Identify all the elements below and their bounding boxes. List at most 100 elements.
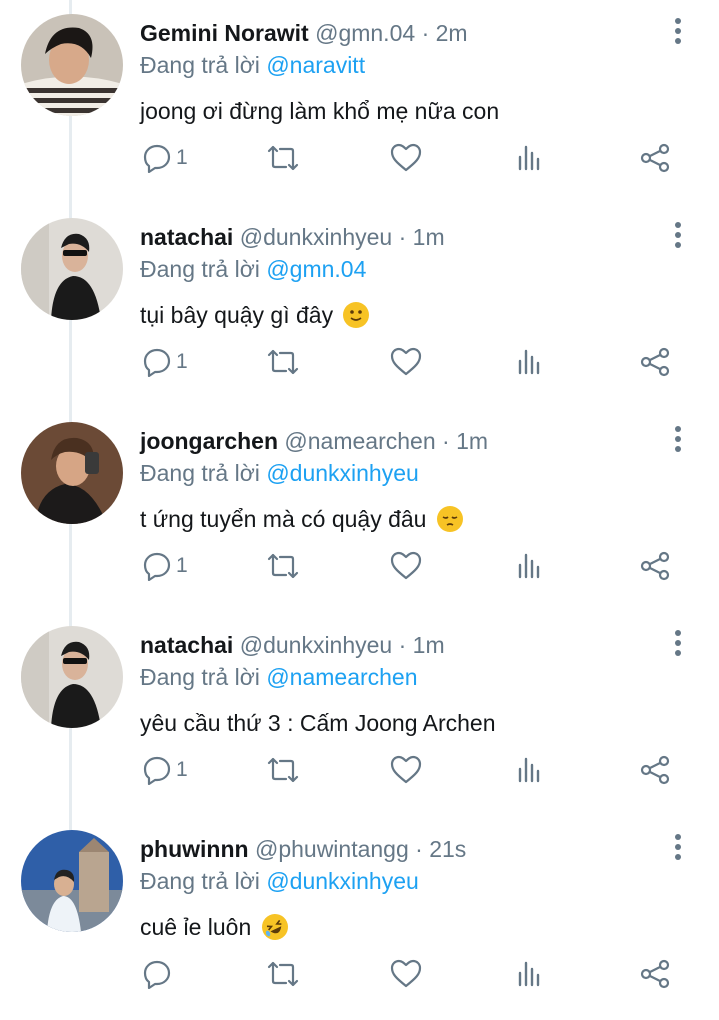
more-vertical-icon[interactable] (670, 630, 686, 660)
user-handle[interactable]: @gmn.04 (315, 20, 415, 46)
replying-to: Đang trả lời @dunkxinhyeu (140, 868, 419, 895)
analytics-button[interactable] (517, 546, 543, 586)
tweet-3[interactable]: natachai @dunkxinhyeu · 1m Đang trả lời … (0, 612, 719, 816)
retweet-button[interactable] (266, 954, 300, 994)
avatar[interactable] (21, 422, 123, 524)
share-icon (640, 347, 670, 377)
more-vertical-icon[interactable] (670, 834, 686, 864)
share-button[interactable] (640, 954, 670, 994)
avatar[interactable] (21, 14, 123, 116)
display-name[interactable]: natachai (140, 632, 233, 658)
reply-button[interactable]: 1 (142, 546, 188, 586)
tweet-body: cuê ỉe luôn (140, 914, 252, 940)
analytics-icon (518, 349, 540, 375)
tweet-1[interactable]: natachai @dunkxinhyeu · 1m Đang trả lời … (0, 204, 719, 408)
like-button[interactable] (390, 750, 422, 790)
tweet-header: joongarchen @namearchen · 1m (140, 428, 489, 454)
avatar[interactable] (21, 830, 123, 932)
avatar[interactable] (21, 626, 123, 728)
like-button[interactable] (390, 138, 422, 178)
tweet-header: Gemini Norawit @gmn.04 · 2m (140, 20, 468, 46)
retweet-button[interactable] (266, 342, 300, 382)
retweet-button[interactable] (266, 750, 300, 790)
retweet-icon (267, 757, 299, 783)
retweet-button[interactable] (266, 546, 300, 586)
retweet-icon (267, 145, 299, 171)
user-handle[interactable]: @dunkxinhyeu (240, 224, 393, 250)
analytics-button[interactable] (517, 954, 543, 994)
analytics-button[interactable] (517, 342, 543, 382)
more-vertical-icon[interactable] (670, 18, 686, 48)
replying-to: Đang trả lời @gmn.04 (140, 256, 366, 283)
reply-bubble-icon (143, 756, 171, 785)
share-icon (640, 959, 670, 989)
more-vertical-icon[interactable] (670, 222, 686, 252)
reply-button[interactable]: 1 (142, 138, 188, 178)
action-bar: 1 (0, 546, 719, 586)
tweet-text: t ứng tuyển mà có quậy đâu (140, 506, 463, 533)
user-handle[interactable]: @phuwintangg (255, 836, 409, 862)
share-button[interactable] (640, 546, 670, 586)
retweet-icon (267, 349, 299, 375)
more-vertical-icon[interactable] (670, 426, 686, 456)
tweet-text: yêu cầu thứ 3 : Cấm Joong Archen (140, 710, 496, 737)
share-button[interactable] (640, 342, 670, 382)
tweet-body: yêu cầu thứ 3 : Cấm Joong Archen (140, 710, 496, 736)
reply-count: 1 (176, 146, 188, 169)
display-name[interactable]: joongarchen (140, 428, 278, 454)
reply-count: 1 (176, 554, 188, 577)
reply-count: 1 (176, 350, 188, 373)
mention-link[interactable]: @dunkxinhyeu (266, 460, 419, 486)
tweet-0[interactable]: Gemini Norawit @gmn.04 · 2m Đang trả lời… (0, 0, 719, 204)
analytics-icon (518, 553, 540, 579)
like-button[interactable] (390, 546, 422, 586)
display-name[interactable]: natachai (140, 224, 233, 250)
reply-button[interactable]: 1 (142, 750, 188, 790)
heart-icon (390, 347, 422, 376)
timestamp[interactable]: 1m (413, 632, 445, 658)
tweet-body: tụi bây quậy gì đây (140, 302, 334, 328)
action-bar: 1 (0, 138, 719, 178)
mention-link[interactable]: @naravitt (266, 52, 365, 78)
timestamp[interactable]: 1m (413, 224, 445, 250)
tweet-2[interactable]: joongarchen @namearchen · 1m Đang trả lờ… (0, 408, 719, 612)
tweet-text: joong ơi đừng làm khổ mẹ nữa con (140, 98, 499, 125)
like-button[interactable] (390, 342, 422, 382)
retweet-button[interactable] (266, 138, 300, 178)
timestamp[interactable]: 1m (456, 428, 488, 454)
heart-icon (390, 755, 422, 784)
timestamp[interactable]: 2m (436, 20, 468, 46)
reply-button[interactable]: 1 (142, 342, 188, 382)
reply-bubble-icon (143, 144, 171, 173)
user-handle[interactable]: @dunkxinhyeu (240, 632, 393, 658)
tweet-text: tụi bây quậy gì đây (140, 302, 370, 329)
action-bar: 1 (0, 342, 719, 382)
analytics-icon (518, 145, 540, 171)
replying-to: Đang trả lời @namearchen (140, 664, 418, 691)
action-bar: 1 (0, 750, 719, 790)
action-bar (0, 954, 719, 994)
reply-bubble-icon (143, 960, 171, 989)
tweet-body: t ứng tuyển mà có quậy đâu (140, 506, 427, 532)
tweet-4[interactable]: phuwinnn @phuwintangg · 21s Đang trả lời… (0, 816, 719, 1020)
user-handle[interactable]: @namearchen (284, 428, 435, 454)
mention-link[interactable]: @dunkxinhyeu (266, 868, 419, 894)
display-name[interactable]: Gemini Norawit (140, 20, 309, 46)
reply-count: 1 (176, 758, 188, 781)
replying-to-label: Đang trả lời (140, 868, 260, 894)
display-name[interactable]: phuwinnn (140, 836, 249, 862)
share-button[interactable] (640, 750, 670, 790)
like-button[interactable] (390, 954, 422, 994)
retweet-icon (267, 961, 299, 987)
share-icon (640, 755, 670, 785)
analytics-button[interactable] (517, 138, 543, 178)
mention-link[interactable]: @gmn.04 (266, 256, 366, 282)
share-button[interactable] (640, 138, 670, 178)
replying-to-label: Đang trả lời (140, 52, 260, 78)
tweet-body: joong ơi đừng làm khổ mẹ nữa con (140, 98, 500, 124)
avatar[interactable] (21, 218, 123, 320)
timestamp[interactable]: 21s (429, 836, 466, 862)
reply-button[interactable] (142, 954, 176, 994)
mention-link[interactable]: @namearchen (266, 664, 417, 690)
analytics-button[interactable] (517, 750, 543, 790)
